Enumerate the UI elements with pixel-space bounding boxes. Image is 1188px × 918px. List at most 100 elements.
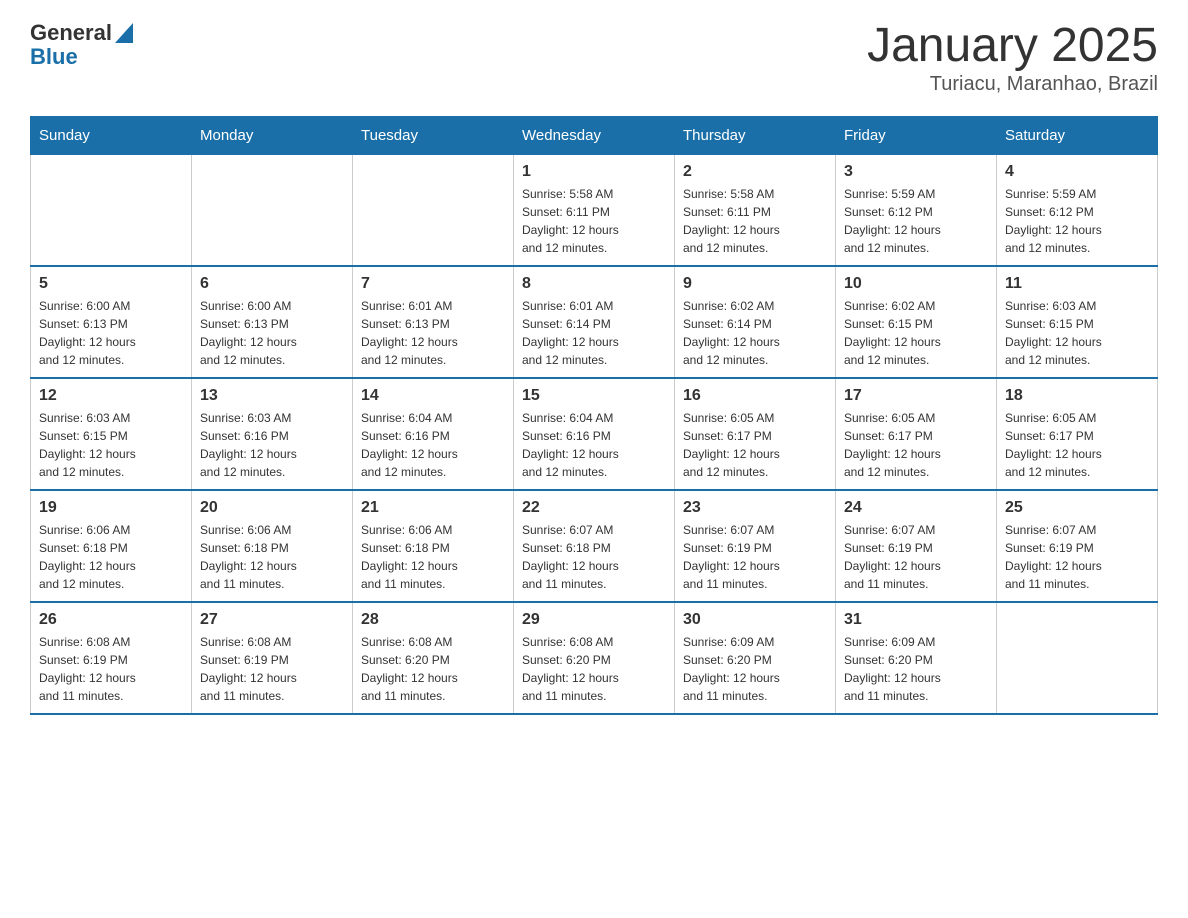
calendar-cell: 23 Sunrise: 6:07 AM Sunset: 6:19 PM Dayli… [675, 490, 836, 602]
calendar-cell: 5Sunrise: 6:00 AM Sunset: 6:13 PM Daylig… [31, 266, 192, 378]
day-number: 16 [683, 387, 827, 405]
calendar-cell: 1Sunrise: 5:58 AM Sunset: 6:11 PM Daylig… [514, 154, 675, 266]
calendar-week-row: 12 Sunrise: 6:03 AM Sunset: 6:15 PM Dayli… [31, 378, 1158, 490]
day-number: 2 [683, 163, 827, 181]
title-block: January 2025 Turiacu, Maranhao, Brazil [867, 20, 1158, 96]
calendar-cell: 12 Sunrise: 6:03 AM Sunset: 6:15 PM Dayli… [31, 378, 192, 490]
calendar-cell: 8Sunrise: 6:01 AM Sunset: 6:14 PM Daylig… [514, 266, 675, 378]
calendar-cell: 28 Sunrise: 6:08 AM Sunset: 6:20 PM Dayli… [353, 602, 514, 714]
calendar-cell: 31Sunrise: 6:09 AM Sunset: 6:20 PM Dayli… [836, 602, 997, 714]
day-number: 28 [361, 611, 505, 629]
day-info: Sunrise: 6:05 AM Sunset: 6:17 PM Dayligh… [844, 409, 988, 481]
day-info: Sunrise: 6:08 AM Sunset: 6:19 PM Dayligh… [39, 633, 183, 705]
day-info: Sunrise: 6:07 AM Sunset: 6:19 PM Dayligh… [1005, 521, 1149, 593]
calendar-cell: 22 Sunrise: 6:07 AM Sunset: 6:18 PM Dayli… [514, 490, 675, 602]
day-number: 22 [522, 499, 666, 517]
weekday-header: Friday [836, 116, 997, 154]
calendar-cell: 9Sunrise: 6:02 AM Sunset: 6:14 PM Daylig… [675, 266, 836, 378]
day-number: 3 [844, 163, 988, 181]
day-info: Sunrise: 6:08 AM Sunset: 6:19 PM Dayligh… [200, 633, 344, 705]
day-info: Sunrise: 6:09 AM Sunset: 6:20 PM Dayligh… [683, 633, 827, 705]
calendar-cell [192, 154, 353, 266]
day-info: Sunrise: 5:58 AM Sunset: 6:11 PM Dayligh… [683, 185, 827, 257]
calendar-cell: 30Sunrise: 6:09 AM Sunset: 6:20 PM Dayli… [675, 602, 836, 714]
day-number: 23 [683, 499, 827, 517]
logo-blue-text: Blue [30, 44, 78, 70]
logo-triangle-icon [112, 23, 133, 43]
day-number: 21 [361, 499, 505, 517]
day-info: Sunrise: 6:09 AM Sunset: 6:20 PM Dayligh… [844, 633, 988, 705]
calendar-cell [31, 154, 192, 266]
day-number: 18 [1005, 387, 1149, 405]
calendar-cell: 25 Sunrise: 6:07 AM Sunset: 6:19 PM Dayli… [997, 490, 1158, 602]
calendar-cell: 27 Sunrise: 6:08 AM Sunset: 6:19 PM Dayli… [192, 602, 353, 714]
day-info: Sunrise: 6:08 AM Sunset: 6:20 PM Dayligh… [361, 633, 505, 705]
day-number: 14 [361, 387, 505, 405]
day-number: 5 [39, 275, 183, 293]
weekday-header: Wednesday [514, 116, 675, 154]
page-header: General Blue January 2025 Turiacu, Maran… [30, 20, 1158, 96]
day-number: 6 [200, 275, 344, 293]
calendar-cell: 15 Sunrise: 6:04 AM Sunset: 6:16 PM Dayli… [514, 378, 675, 490]
day-info: Sunrise: 6:07 AM Sunset: 6:19 PM Dayligh… [844, 521, 988, 593]
weekday-header: Monday [192, 116, 353, 154]
calendar-cell: 13 Sunrise: 6:03 AM Sunset: 6:16 PM Dayli… [192, 378, 353, 490]
day-info: Sunrise: 6:08 AM Sunset: 6:20 PM Dayligh… [522, 633, 666, 705]
calendar-cell: 2 Sunrise: 5:58 AM Sunset: 6:11 PM Daylig… [675, 154, 836, 266]
day-info: Sunrise: 6:06 AM Sunset: 6:18 PM Dayligh… [361, 521, 505, 593]
calendar-subtitle: Turiacu, Maranhao, Brazil [867, 73, 1158, 96]
day-info: Sunrise: 6:02 AM Sunset: 6:15 PM Dayligh… [844, 297, 988, 369]
weekday-header: Sunday [31, 116, 192, 154]
weekday-header: Thursday [675, 116, 836, 154]
day-number: 7 [361, 275, 505, 293]
day-info: Sunrise: 6:06 AM Sunset: 6:18 PM Dayligh… [200, 521, 344, 593]
calendar-cell: 24 Sunrise: 6:07 AM Sunset: 6:19 PM Dayli… [836, 490, 997, 602]
calendar-cell: 19 Sunrise: 6:06 AM Sunset: 6:18 PM Dayli… [31, 490, 192, 602]
calendar-cell: 21 Sunrise: 6:06 AM Sunset: 6:18 PM Dayli… [353, 490, 514, 602]
day-number: 1 [522, 163, 666, 181]
day-number: 11 [1005, 275, 1149, 293]
day-info: Sunrise: 6:07 AM Sunset: 6:19 PM Dayligh… [683, 521, 827, 593]
day-info: Sunrise: 6:06 AM Sunset: 6:18 PM Dayligh… [39, 521, 183, 593]
calendar-cell [353, 154, 514, 266]
day-number: 19 [39, 499, 183, 517]
calendar-cell: 7 Sunrise: 6:01 AM Sunset: 6:13 PM Daylig… [353, 266, 514, 378]
calendar-cell: 20 Sunrise: 6:06 AM Sunset: 6:18 PM Dayli… [192, 490, 353, 602]
calendar-cell: 16 Sunrise: 6:05 AM Sunset: 6:17 PM Dayli… [675, 378, 836, 490]
day-info: Sunrise: 6:03 AM Sunset: 6:15 PM Dayligh… [1005, 297, 1149, 369]
day-info: Sunrise: 6:04 AM Sunset: 6:16 PM Dayligh… [361, 409, 505, 481]
calendar-cell: 14 Sunrise: 6:04 AM Sunset: 6:16 PM Dayli… [353, 378, 514, 490]
day-number: 15 [522, 387, 666, 405]
day-number: 27 [200, 611, 344, 629]
day-info: Sunrise: 6:01 AM Sunset: 6:13 PM Dayligh… [361, 297, 505, 369]
weekday-header: Tuesday [353, 116, 514, 154]
calendar-week-row: 26Sunrise: 6:08 AM Sunset: 6:19 PM Dayli… [31, 602, 1158, 714]
calendar-cell: 17Sunrise: 6:05 AM Sunset: 6:17 PM Dayli… [836, 378, 997, 490]
day-number: 4 [1005, 163, 1149, 181]
calendar-week-row: 19 Sunrise: 6:06 AM Sunset: 6:18 PM Dayli… [31, 490, 1158, 602]
calendar-cell [997, 602, 1158, 714]
day-info: Sunrise: 6:02 AM Sunset: 6:14 PM Dayligh… [683, 297, 827, 369]
day-info: Sunrise: 6:03 AM Sunset: 6:16 PM Dayligh… [200, 409, 344, 481]
calendar-table: SundayMondayTuesdayWednesdayThursdayFrid… [30, 116, 1158, 715]
calendar-title: January 2025 [867, 20, 1158, 73]
day-info: Sunrise: 6:01 AM Sunset: 6:14 PM Dayligh… [522, 297, 666, 369]
logo-general-text: General [30, 20, 112, 46]
day-info: Sunrise: 5:59 AM Sunset: 6:12 PM Dayligh… [844, 185, 988, 257]
day-info: Sunrise: 6:07 AM Sunset: 6:18 PM Dayligh… [522, 521, 666, 593]
day-number: 10 [844, 275, 988, 293]
day-number: 20 [200, 499, 344, 517]
day-number: 13 [200, 387, 344, 405]
day-number: 25 [1005, 499, 1149, 517]
calendar-cell: 10 Sunrise: 6:02 AM Sunset: 6:15 PM Dayli… [836, 266, 997, 378]
day-info: Sunrise: 6:04 AM Sunset: 6:16 PM Dayligh… [522, 409, 666, 481]
calendar-week-row: 1 Sunrise: 5:58 AM Sunset: 6:11 PM Daylig… [31, 154, 1158, 266]
calendar-cell: 18Sunrise: 6:05 AM Sunset: 6:17 PM Dayli… [997, 378, 1158, 490]
weekday-header: Saturday [997, 116, 1158, 154]
calendar-cell: 11 Sunrise: 6:03 AM Sunset: 6:15 PM Dayli… [997, 266, 1158, 378]
day-number: 12 [39, 387, 183, 405]
calendar-cell: 4Sunrise: 5:59 AM Sunset: 6:12 PM Daylig… [997, 154, 1158, 266]
day-info: Sunrise: 6:03 AM Sunset: 6:15 PM Dayligh… [39, 409, 183, 481]
day-info: Sunrise: 6:05 AM Sunset: 6:17 PM Dayligh… [683, 409, 827, 481]
day-number: 24 [844, 499, 988, 517]
